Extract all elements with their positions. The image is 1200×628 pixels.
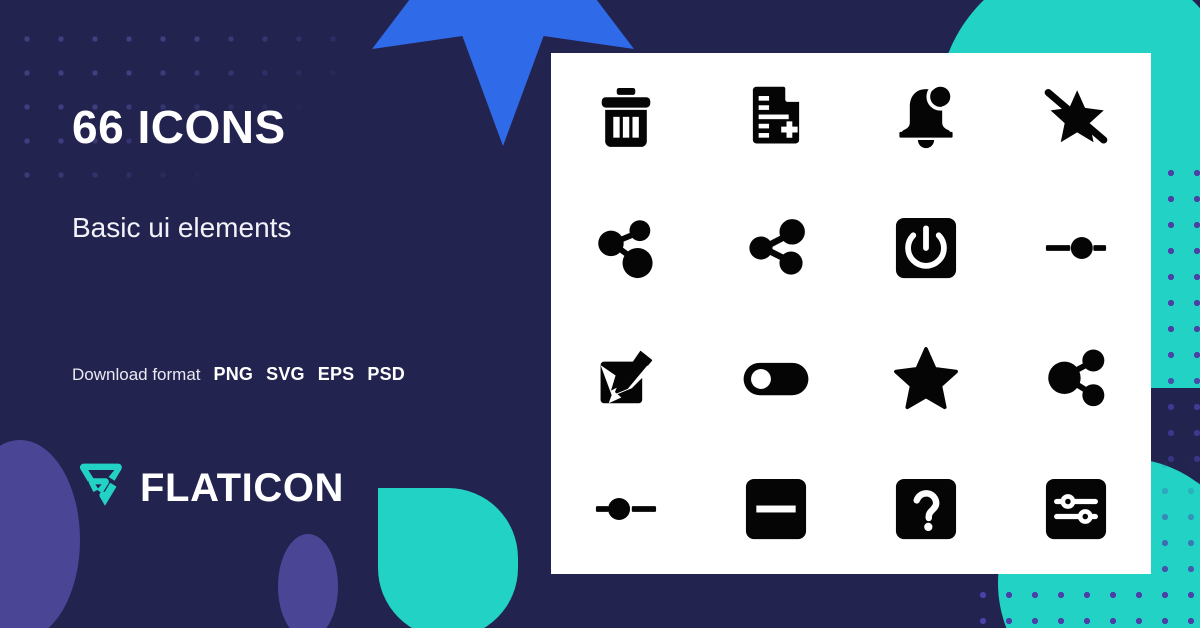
minus-square-icon bbox=[739, 472, 813, 546]
icon-cell bbox=[701, 314, 851, 444]
icon-cell bbox=[701, 183, 851, 313]
star-slash-icon bbox=[1039, 81, 1113, 155]
power-button-icon bbox=[889, 211, 963, 285]
download-format-label: Download format bbox=[72, 365, 201, 384]
icon-cell bbox=[851, 53, 1001, 183]
download-format-row: Download format PNG SVG EPS PSD bbox=[72, 364, 405, 385]
format-png: PNG bbox=[213, 364, 254, 384]
document-add-icon bbox=[739, 81, 813, 155]
share-node-large-icon bbox=[1039, 342, 1113, 416]
banner-text-column: 66 ICONS Basic ui elements Download form… bbox=[0, 0, 552, 628]
flaticon-triangle-logo-icon bbox=[74, 462, 126, 514]
icon-cell bbox=[1001, 183, 1151, 313]
icon-cell bbox=[551, 183, 701, 313]
edit-pencil-icon bbox=[589, 342, 663, 416]
icon-cell bbox=[551, 53, 701, 183]
star-icon bbox=[889, 342, 963, 416]
share-alt-icon bbox=[739, 211, 813, 285]
format-psd: PSD bbox=[367, 364, 405, 384]
slider-right-icon bbox=[1039, 211, 1113, 285]
format-eps: EPS bbox=[317, 364, 355, 384]
icon-cell bbox=[1001, 314, 1151, 444]
bell-notification-icon bbox=[889, 81, 963, 155]
format-svg: SVG bbox=[266, 364, 305, 384]
icon-preview-panel bbox=[551, 53, 1151, 574]
page-title: 66 ICONS bbox=[72, 101, 286, 153]
icon-cell bbox=[701, 444, 851, 574]
banner-stage: 66 ICONS Basic ui elements Download form… bbox=[0, 0, 1200, 628]
icon-cell bbox=[851, 314, 1001, 444]
icon-cell bbox=[1001, 53, 1151, 183]
icon-grid bbox=[551, 53, 1151, 574]
slider-left-icon bbox=[589, 472, 663, 546]
settings-sliders-icon bbox=[1039, 472, 1113, 546]
brand-name: FLATICON bbox=[140, 466, 345, 510]
flaticon-logo: FLATICON bbox=[74, 462, 344, 514]
icon-cell bbox=[701, 53, 851, 183]
toggle-off-icon bbox=[739, 342, 813, 416]
icon-cell bbox=[551, 444, 701, 574]
trash-icon bbox=[589, 81, 663, 155]
page-subtitle: Basic ui elements bbox=[72, 212, 292, 243]
share-nodes-icon bbox=[589, 211, 663, 285]
question-square-icon bbox=[889, 472, 963, 546]
icon-cell bbox=[851, 444, 1001, 574]
icon-cell bbox=[551, 314, 701, 444]
icon-cell bbox=[851, 183, 1001, 313]
icon-cell bbox=[1001, 444, 1151, 574]
